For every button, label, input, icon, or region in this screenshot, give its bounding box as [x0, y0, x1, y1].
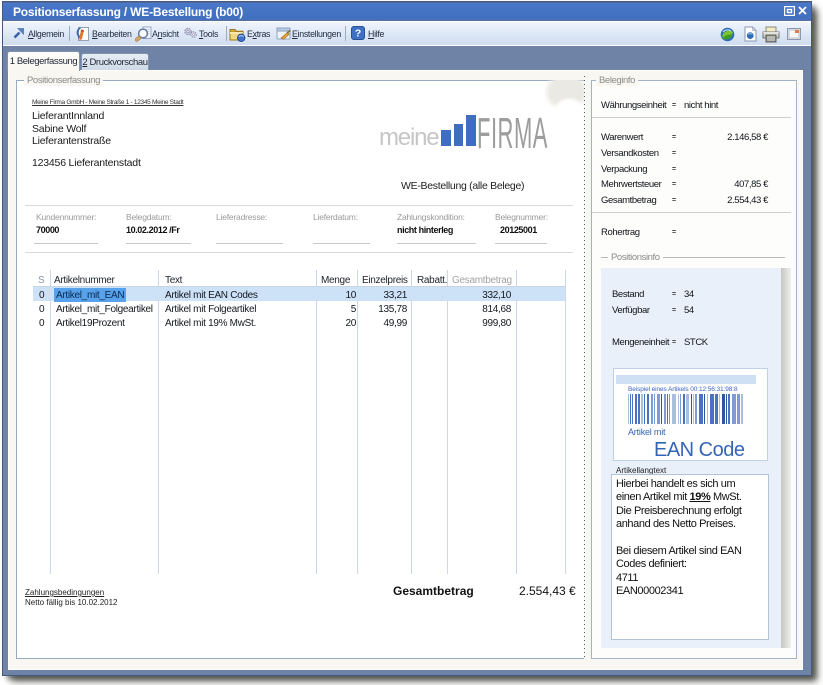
- svg-text:?: ?: [355, 29, 361, 40]
